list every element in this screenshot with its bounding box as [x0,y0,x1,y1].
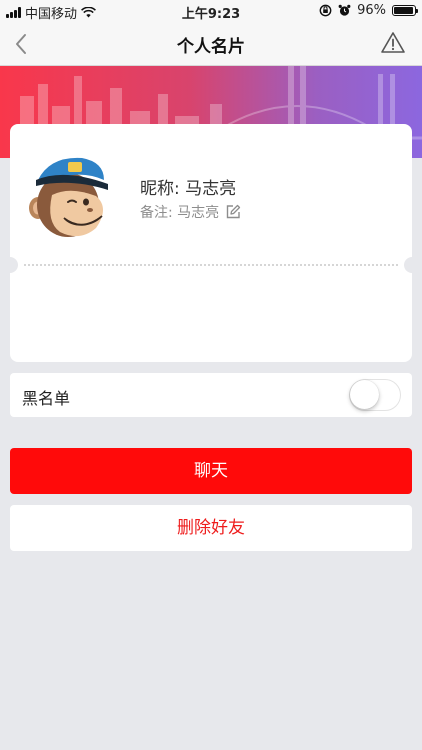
avatar[interactable] [24,150,112,242]
remark-row[interactable]: 备注: 马志亮 [140,202,241,222]
orientation-lock-icon [319,4,332,17]
warning-triangle-icon[interactable] [380,30,406,56]
profile-card: 昵称: 马志亮 备注: 马志亮 [2,124,420,362]
battery-percent: 96% [357,3,386,18]
page-title: 个人名片 [177,37,245,57]
delete-friend-button[interactable]: 删除好友 [10,505,412,551]
status-bar: 中国移动 上午9:23 96% [0,0,422,22]
blacklist-row: 黑名单 [10,373,412,417]
nickname-label: 昵称: 马志亮 [140,179,237,199]
battery-fill [394,7,413,14]
blacklist-label: 黑名单 [22,389,71,408]
nav-bar: 个人名片 [0,22,422,66]
blacklist-toggle[interactable] [349,379,401,411]
card-divider [24,264,398,266]
status-right: 96% [319,3,418,18]
alarm-icon [338,4,351,16]
remark-label: 备注: 马志亮 [140,205,220,221]
chat-button[interactable]: 聊天 [10,448,412,494]
card-notch-right [404,257,420,273]
card-notch-left [2,257,18,273]
battery-icon [392,5,418,16]
edit-pencil-icon[interactable] [225,204,241,220]
toggle-knob [350,380,379,409]
